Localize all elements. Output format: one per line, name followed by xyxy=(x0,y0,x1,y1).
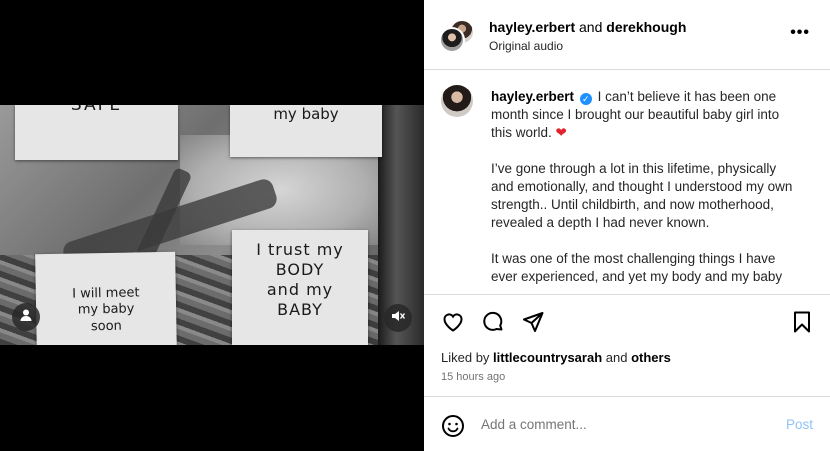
caption-text: hayley.erbert ✓ I can’t believe it has b… xyxy=(491,88,801,294)
audio-label[interactable]: Original audio xyxy=(489,39,563,53)
avatar[interactable] xyxy=(439,27,465,53)
author-username[interactable]: hayley.erbert xyxy=(489,19,575,35)
mute-button[interactable] xyxy=(384,304,412,332)
action-bar xyxy=(424,294,830,346)
likes-summary: Liked by littlecountrysarah and others xyxy=(441,350,671,365)
sticky-note: SAFE xyxy=(15,105,178,160)
comment-composer: Post xyxy=(424,396,830,451)
bookmark-icon[interactable] xyxy=(790,310,814,334)
post-comment-button[interactable]: Post xyxy=(786,417,813,432)
speaker-muted-icon xyxy=(391,309,406,328)
avatar[interactable] xyxy=(441,85,473,117)
caption-paragraph: I’ve gone through a lot in this lifetime… xyxy=(491,161,793,230)
more-options-icon[interactable]: ••• xyxy=(790,24,810,42)
tagged-users-button[interactable] xyxy=(12,303,40,331)
post-media[interactable]: SAFE my baby I will meet my baby soon I … xyxy=(0,0,424,451)
post-header: hayley.erbert and derekhough Original au… xyxy=(424,0,830,70)
heart-emoji: ❤ xyxy=(555,125,567,140)
caption-username[interactable]: hayley.erbert xyxy=(491,89,574,104)
send-icon[interactable] xyxy=(521,310,545,334)
liker-username[interactable]: littlecountrysarah xyxy=(493,350,602,365)
caption-paragraph: It was one of the most challenging thing… xyxy=(491,251,783,284)
post-timestamp[interactable]: 15 hours ago xyxy=(441,371,505,383)
sticky-note: my baby xyxy=(230,105,382,157)
post-video[interactable]: SAFE my baby I will meet my baby soon I … xyxy=(0,105,424,345)
sticky-note: I will meet my baby soon xyxy=(35,251,177,345)
likes-others-link[interactable]: others xyxy=(631,350,671,365)
post-authors: hayley.erbert and derekhough xyxy=(489,19,687,35)
comment-icon[interactable] xyxy=(481,310,505,334)
post-detail-panel: hayley.erbert and derekhough Original au… xyxy=(424,0,830,451)
coauthor-username[interactable]: derekhough xyxy=(606,19,686,35)
person-icon xyxy=(19,308,33,327)
post-caption: hayley.erbert ✓ I can’t believe it has b… xyxy=(424,71,830,294)
verified-badge-icon: ✓ xyxy=(579,93,592,105)
sticky-note: I trust my BODY and my BABY xyxy=(232,230,368,345)
heart-icon[interactable] xyxy=(441,310,465,334)
comment-input[interactable] xyxy=(481,417,761,432)
emoji-icon[interactable] xyxy=(441,414,465,438)
